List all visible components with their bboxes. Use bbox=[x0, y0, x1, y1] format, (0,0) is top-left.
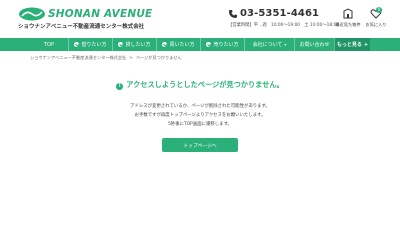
chevron-down-icon: ▾ bbox=[284, 42, 287, 47]
history-icon bbox=[343, 8, 353, 19]
not-found-title: ! アクセスしようとしたページが見つかりません。 bbox=[0, 80, 400, 90]
nav-buy[interactable]: 買いたい方 bbox=[156, 38, 200, 51]
message-line: お手数ですが再度トップページよりアクセスをお願いいたします。 bbox=[134, 113, 266, 118]
chevron-circle-icon bbox=[162, 42, 168, 47]
wave-logo-icon bbox=[19, 7, 45, 21]
nav-company-label: 会社について bbox=[252, 42, 283, 48]
contact-info: 03-5351-4461 【営業時間】平…週 10:00〜19:00 土 10:… bbox=[228, 8, 339, 28]
global-nav: TOP 借りたい方 貸したい方 買いたい方 売りたい方 会社について ▾ お問い… bbox=[0, 38, 400, 51]
go-to-top-button[interactable]: トップページへ bbox=[162, 138, 238, 152]
site-logo[interactable]: SHONAN AVENUE ショウナンアベニュー不動産流通センター株式会社 bbox=[18, 6, 152, 30]
nav-rent-label: 借りたい方 bbox=[81, 42, 107, 48]
message-line: アドレスが変更されているか、ページが削除された可能性があります。 bbox=[130, 104, 270, 109]
favorites-button[interactable]: 0 お気に入り bbox=[364, 7, 388, 30]
phone-icon bbox=[229, 10, 237, 18]
nav-sell-label: 売りたい方 bbox=[213, 42, 239, 48]
plus-icon: + bbox=[363, 41, 369, 48]
not-found-message: アドレスが変更されているか、ページが削除された可能性があります。 お手数ですが再… bbox=[0, 102, 400, 129]
breadcrumb: ショウナンアベニュー不動産流通センター株式会社 > ページが見つかりません bbox=[30, 55, 182, 63]
nav-sell[interactable]: 売りたい方 bbox=[200, 38, 244, 51]
nav-lease-label: 貸したい方 bbox=[125, 42, 151, 48]
nav-contact[interactable]: お問い合わせ bbox=[294, 38, 334, 51]
logo-company-name: ショウナンアベニュー不動産流通センター株式会社 bbox=[18, 24, 145, 30]
chevron-circle-icon bbox=[206, 42, 212, 47]
chevron-circle-icon bbox=[118, 42, 124, 47]
nav-buy-label: 買いたい方 bbox=[169, 42, 195, 48]
exclamation-icon: ! bbox=[116, 83, 124, 90]
nav-top-label: TOP bbox=[43, 41, 54, 48]
nav-contact-label: お問い合わせ bbox=[299, 42, 330, 48]
recently-viewed-button[interactable]: 最近見た物件 bbox=[335, 8, 361, 30]
favorites-label: お気に入り bbox=[365, 22, 387, 27]
favorites-count-badge: 0 bbox=[376, 7, 382, 13]
nav-rent[interactable]: 借りたい方 bbox=[68, 38, 112, 51]
breadcrumb-home[interactable]: ショウナンアベニュー不動産流通センター株式会社 bbox=[30, 55, 126, 63]
chevron-circle-icon bbox=[74, 42, 80, 47]
nav-more-button[interactable]: もっと見る + bbox=[334, 38, 370, 51]
nav-company[interactable]: 会社について ▾ bbox=[244, 38, 294, 51]
not-found-title-text: アクセスしようとしたページが見つかりません。 bbox=[126, 80, 284, 89]
breadcrumb-current: ページが見つかりません bbox=[135, 55, 182, 60]
business-hours: 【営業時間】平…週 10:00〜19:00 土 10:00〜18:00 bbox=[228, 23, 340, 28]
nav-more-label: もっと見る bbox=[336, 42, 362, 48]
logo-main-text: SHONAN AVENUE bbox=[48, 8, 153, 20]
nav-lease[interactable]: 貸したい方 bbox=[112, 38, 156, 51]
message-line: 5秒後にTOP画面に遷移します。 bbox=[168, 122, 232, 127]
page: SHONAN AVENUE ショウナンアベニュー不動産流通センター株式会社 03… bbox=[0, 0, 400, 250]
nav-top[interactable]: TOP bbox=[30, 38, 68, 51]
breadcrumb-separator: > bbox=[129, 55, 133, 60]
site-header: SHONAN AVENUE ショウナンアベニュー不動産流通センター株式会社 03… bbox=[0, 0, 400, 34]
phone-number[interactable]: 03-5351-4461 bbox=[240, 8, 319, 19]
